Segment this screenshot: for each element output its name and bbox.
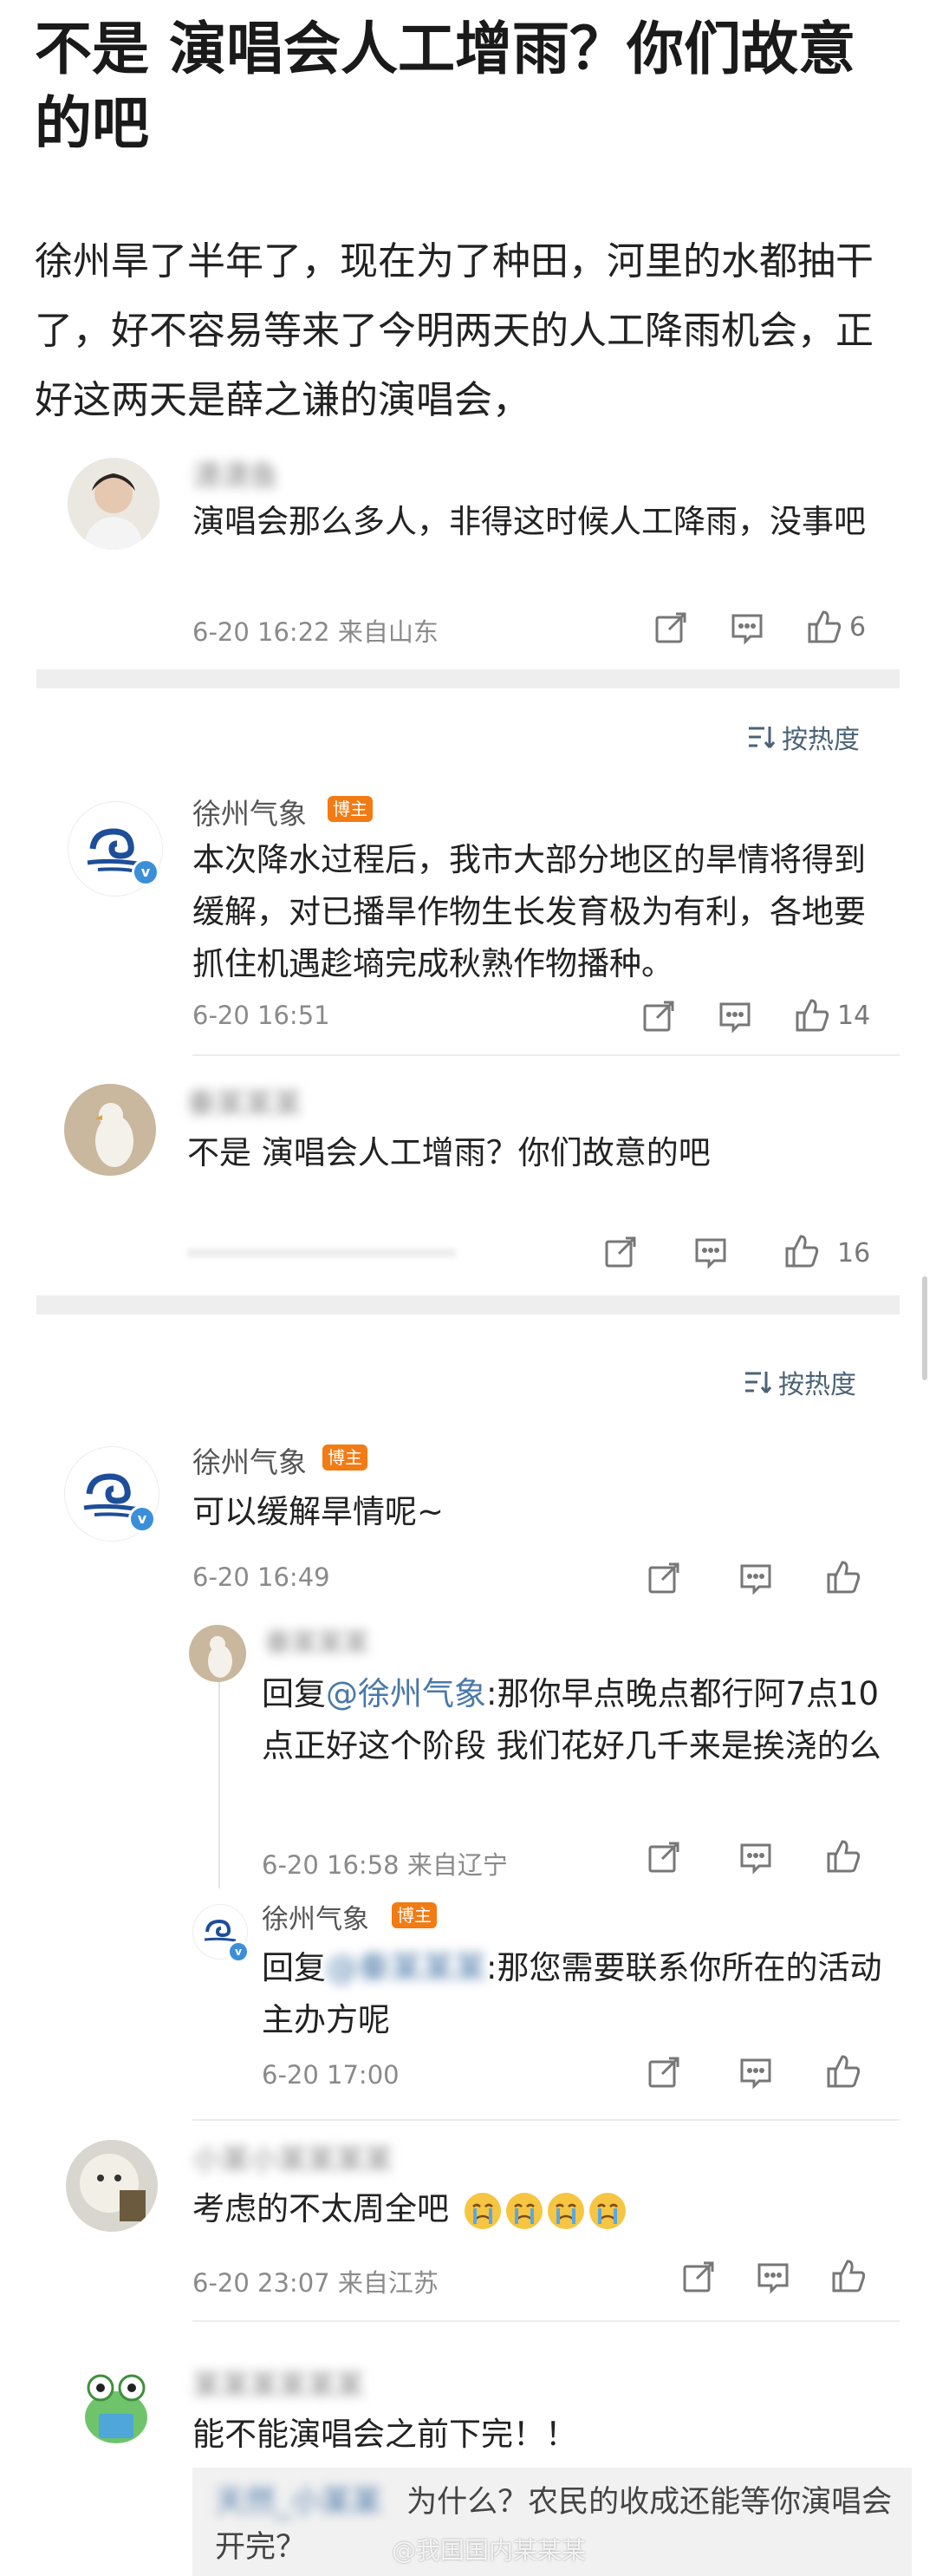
- verified-icon: v: [128, 1505, 156, 1533]
- divider: [192, 2119, 900, 2121]
- share-icon[interactable]: [647, 2055, 681, 2090]
- comment-icon[interactable]: [738, 1840, 773, 1875]
- quote-username[interactable]: 天然_小某某: [215, 2480, 397, 2525]
- comment-username[interactable]: 秦某某某: [187, 1080, 302, 1122]
- like-icon[interactable]: [825, 1559, 861, 1594]
- sort-icon: [742, 1368, 773, 1396]
- verified-icon: v: [132, 858, 159, 886]
- avatar[interactable]: [189, 1625, 246, 1682]
- reply-text: 回复@秦某某某:那您需要联系你所在的活动主办方呢: [262, 1942, 886, 2046]
- crying-emoji-icon: [588, 2192, 626, 2229]
- comment-icon[interactable]: [756, 2260, 790, 2294]
- share-icon[interactable]: [603, 1235, 638, 1269]
- like-icon[interactable]: [825, 1838, 861, 1873]
- share-icon[interactable]: [681, 2260, 716, 2294]
- reply-meta: 6-20 17:00: [262, 2060, 400, 2090]
- sort-icon: [745, 723, 777, 751]
- comment-icon[interactable]: [738, 2055, 773, 2090]
- like-icon[interactable]: [806, 609, 842, 643]
- blurred-meta: [187, 1249, 456, 1257]
- mention-link[interactable]: @秦某某某: [326, 1949, 486, 1986]
- reply-username[interactable]: 徐州气象: [262, 1897, 369, 1936]
- crying-emoji-icon: [505, 2192, 543, 2229]
- reply-prefix: 回复: [262, 1949, 326, 1986]
- like-icon[interactable]: [825, 2053, 861, 2088]
- comment-text: 演唱会那么多人，非得这时候人工降雨，没事吧: [192, 503, 866, 540]
- divider: [192, 2320, 900, 2322]
- divider: [36, 1295, 900, 1314]
- comment-meta: 6-20 23:07 来自江苏: [192, 2268, 439, 2298]
- crying-emoji-icon: [464, 2192, 501, 2229]
- comment-meta: 6-20 16:22 来自山东: [192, 617, 439, 647]
- like-icon[interactable]: [830, 2258, 866, 2292]
- comment-text: 考虑的不太周全吧: [192, 2183, 903, 2235]
- like-count: 14: [837, 1001, 871, 1031]
- sort-label: 按热度: [778, 1370, 856, 1400]
- like-count: 16: [837, 1238, 871, 1268]
- like-icon[interactable]: [783, 1233, 819, 1268]
- share-icon[interactable]: [653, 610, 688, 645]
- crying-emoji-icon: [547, 2192, 584, 2229]
- comment-username[interactable]: 小某小某某某某: [192, 2136, 393, 2178]
- like-count: 6: [849, 612, 867, 642]
- comment-text: 不是 演唱会人工增雨？你们故意的吧: [187, 1134, 711, 1171]
- comment-icon[interactable]: [693, 1235, 728, 1269]
- author-badge: 博主: [322, 1445, 367, 1471]
- comment-icon[interactable]: [718, 999, 752, 1034]
- sort-button[interactable]: 按热度: [742, 1363, 856, 1401]
- author-badge: 博主: [392, 1902, 437, 1928]
- share-icon[interactable]: [647, 1840, 681, 1875]
- comment-text: 本次降水过程后，我市大部分地区的旱情将得到缓解，对已播旱作物生长发育极为有利，各…: [192, 841, 866, 982]
- reply-meta: 6-20 16:58 来自辽宁: [262, 1850, 508, 1880]
- comment-username[interactable]: 徐州气象: [192, 791, 307, 832]
- reply-prefix: 回复: [262, 1675, 326, 1712]
- comment-username[interactable]: 潇潇鱼: [192, 453, 278, 494]
- thread-line: [218, 1672, 220, 1888]
- comment-meta: 6-20 16:49: [192, 1562, 330, 1592]
- share-icon[interactable]: [647, 1561, 681, 1595]
- watermark: @我国国内某某某: [392, 2536, 587, 2565]
- divider: [192, 1054, 900, 1056]
- mention-link[interactable]: @徐州气象: [326, 1675, 486, 1712]
- avatar[interactable]: [64, 1084, 156, 1176]
- comment-text: 可以缓解旱情呢~: [192, 1493, 445, 1530]
- sort-button[interactable]: 按热度: [745, 718, 860, 756]
- reply-username[interactable]: 秦某某某: [265, 1621, 369, 1660]
- comment-body: 考虑的不太周全吧: [192, 2190, 449, 2227]
- sort-label: 按热度: [782, 725, 860, 755]
- avatar[interactable]: [68, 458, 159, 550]
- scrollbar[interactable]: [922, 1276, 927, 1380]
- share-icon[interactable]: [641, 999, 676, 1034]
- avatar[interactable]: [75, 2367, 158, 2450]
- like-icon[interactable]: [794, 997, 829, 1032]
- comment-icon[interactable]: [738, 1561, 773, 1595]
- avatar[interactable]: [66, 2140, 158, 2232]
- divider: [36, 669, 900, 688]
- comment-username[interactable]: 徐州气象: [192, 1439, 307, 1481]
- comment-icon[interactable]: [730, 610, 764, 645]
- author-badge: 博主: [328, 796, 373, 822]
- comment-text: 能不能演唱会之前下完！！: [192, 2416, 577, 2453]
- post-title: 不是 演唱会人工增雨？你们故意的吧: [35, 16, 855, 157]
- comment-meta: 6-20 16:51: [192, 1001, 330, 1030]
- comment-username[interactable]: 某某某某某某: [192, 2362, 364, 2403]
- post-intro: 徐州旱了半年了，现在为了种田，河里的水都抽干了，好不容易等来了今明两天的人工降雨…: [35, 239, 874, 422]
- verified-icon: v: [227, 1940, 250, 1963]
- reply-text: 回复@徐州气象:那你早点晚点都行阿7点10点正好这个阶段 我们花好几千来是挨浇的…: [262, 1668, 886, 1772]
